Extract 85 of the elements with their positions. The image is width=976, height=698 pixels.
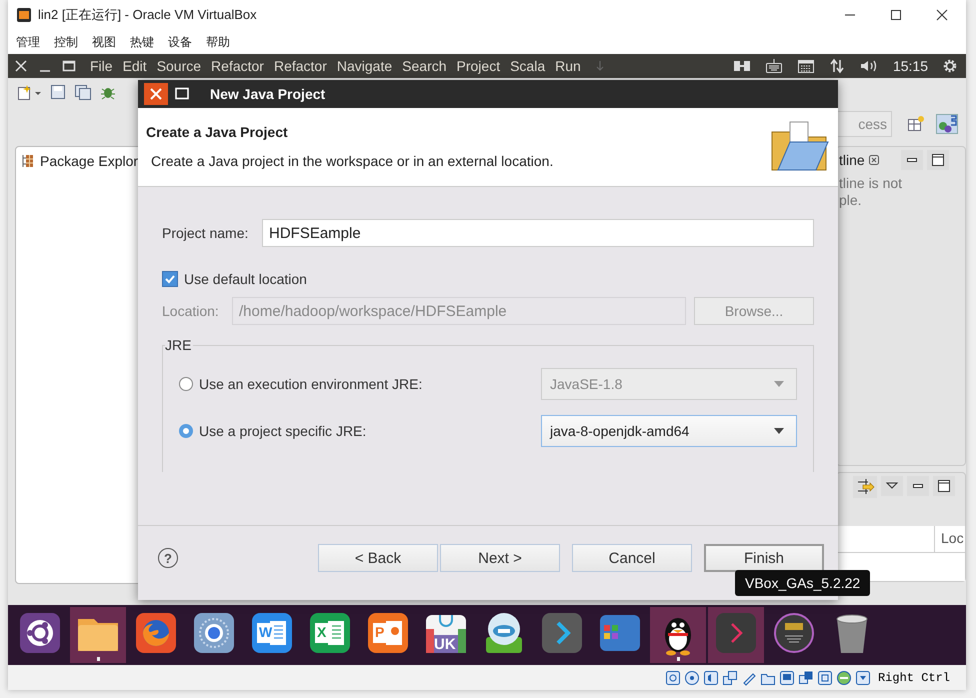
minimize-icon[interactable] (907, 476, 929, 496)
perspective-icon[interactable] (936, 114, 958, 134)
menu-item[interactable]: Refactor (211, 58, 264, 74)
field-label: Location: (162, 303, 220, 319)
caret-icon (774, 381, 784, 387)
radio-button[interactable] (179, 377, 193, 391)
project-name-field[interactable]: HDFSEample (262, 219, 814, 247)
calendar-icon[interactable] (796, 58, 815, 74)
menu-item[interactable]: 热键 (130, 34, 154, 50)
clock: 15:15 (892, 58, 928, 74)
dialog-button[interactable]: < Back (318, 544, 438, 572)
launcher-item[interactable]: W (244, 607, 300, 663)
close-icon[interactable] (868, 155, 879, 165)
transfer-arrows-icon[interactable] (828, 58, 845, 74)
arrows-icon[interactable] (853, 476, 877, 498)
menu-item[interactable]: 控制 (54, 34, 78, 50)
menu-item[interactable]: Search (402, 58, 447, 74)
cpu-icon (816, 670, 833, 686)
caret-icon (774, 428, 784, 434)
icon-letter: X (317, 624, 326, 640)
outline-message: tline is not ple. (838, 174, 904, 210)
host-key-label: Right Ctrl (878, 670, 950, 684)
menu-item[interactable]: 管理 (16, 34, 40, 50)
menu-item[interactable]: 设备 (168, 34, 192, 50)
volume-icon[interactable] (858, 58, 879, 74)
menu-item[interactable]: Run (555, 58, 581, 74)
radio-label[interactable]: Use a project specific JRE: (199, 423, 535, 439)
radio-label[interactable]: Use an execution environment JRE: (199, 376, 535, 392)
optical-disc-icon (684, 670, 700, 686)
package-icon (22, 154, 34, 168)
close-icon[interactable] (936, 9, 948, 21)
save-all-icon[interactable] (74, 84, 92, 100)
window-title: lin2 [正在运行] - Oracle VM VirtualBox (38, 6, 258, 24)
panel-tab[interactable]: tline (837, 152, 879, 168)
maximize-icon[interactable] (933, 476, 955, 496)
dropdown[interactable]: java-8-openjdk-amd64 (541, 415, 797, 447)
header-description: Create a Java project in the workspace or in an external location. (150, 153, 554, 169)
radio-button[interactable] (179, 424, 193, 438)
dialog-button[interactable]: Next > (440, 544, 560, 572)
checkbox[interactable] (162, 271, 178, 287)
icon-letter: P (375, 624, 384, 640)
menu-item[interactable]: Project (456, 58, 500, 74)
launcher-item[interactable] (70, 607, 126, 663)
icon-letter: UK (434, 637, 456, 652)
menu-item[interactable]: Edit (122, 58, 147, 74)
maximize-icon[interactable] (890, 9, 902, 21)
running-indicator (676, 657, 680, 661)
panel-tab[interactable]: Package Explor (40, 153, 138, 169)
dropdown-icon[interactable] (881, 476, 903, 496)
help-button[interactable]: ? (158, 548, 178, 568)
launcher-item[interactable] (650, 607, 706, 663)
restore-icon[interactable] (62, 59, 76, 73)
launcher-item[interactable]: UK (418, 607, 474, 663)
save-icon[interactable] (50, 84, 66, 100)
menu-item[interactable]: Navigate (336, 58, 392, 74)
menu-item[interactable]: Scala (510, 58, 546, 74)
audio-icon (702, 670, 719, 686)
field-label: Project name: (162, 225, 250, 241)
menu-item[interactable]: 视图 (92, 34, 116, 50)
checkmark-icon (164, 273, 176, 285)
display-icon (778, 670, 795, 686)
tooltip-text: VBox_GAs_5.2.22 (745, 575, 860, 591)
open-perspective-icon[interactable] (906, 115, 926, 133)
dialog-button[interactable]: Finish (704, 544, 824, 572)
group-title: JRE (165, 337, 194, 353)
tab-label: tline (839, 152, 865, 168)
maximize-icon[interactable] (926, 150, 949, 170)
mouse-integration-icon (836, 670, 852, 686)
menu-item[interactable]: File (90, 58, 113, 74)
dialog-title: New Java Project (210, 86, 326, 102)
menu-item[interactable]: 帮助 (206, 34, 230, 50)
minimize-icon[interactable] (900, 150, 923, 170)
header-title: Create a Java Project (146, 124, 289, 140)
checkbox-label[interactable]: Use default location (184, 271, 307, 287)
icon-letter: W (259, 624, 272, 640)
gear-icon[interactable] (942, 58, 958, 74)
column-header[interactable]: Loc (934, 526, 965, 552)
app-icon (16, 7, 32, 23)
running-indicator (96, 657, 100, 661)
menu-item[interactable]: Source (156, 58, 202, 74)
dialog-button[interactable]: Cancel (572, 544, 692, 572)
arrow-down-icon (854, 670, 871, 686)
keyboard-icon[interactable] (764, 58, 783, 74)
menu-item[interactable]: Refactor (274, 58, 327, 74)
new-file-icon[interactable] (16, 84, 42, 102)
